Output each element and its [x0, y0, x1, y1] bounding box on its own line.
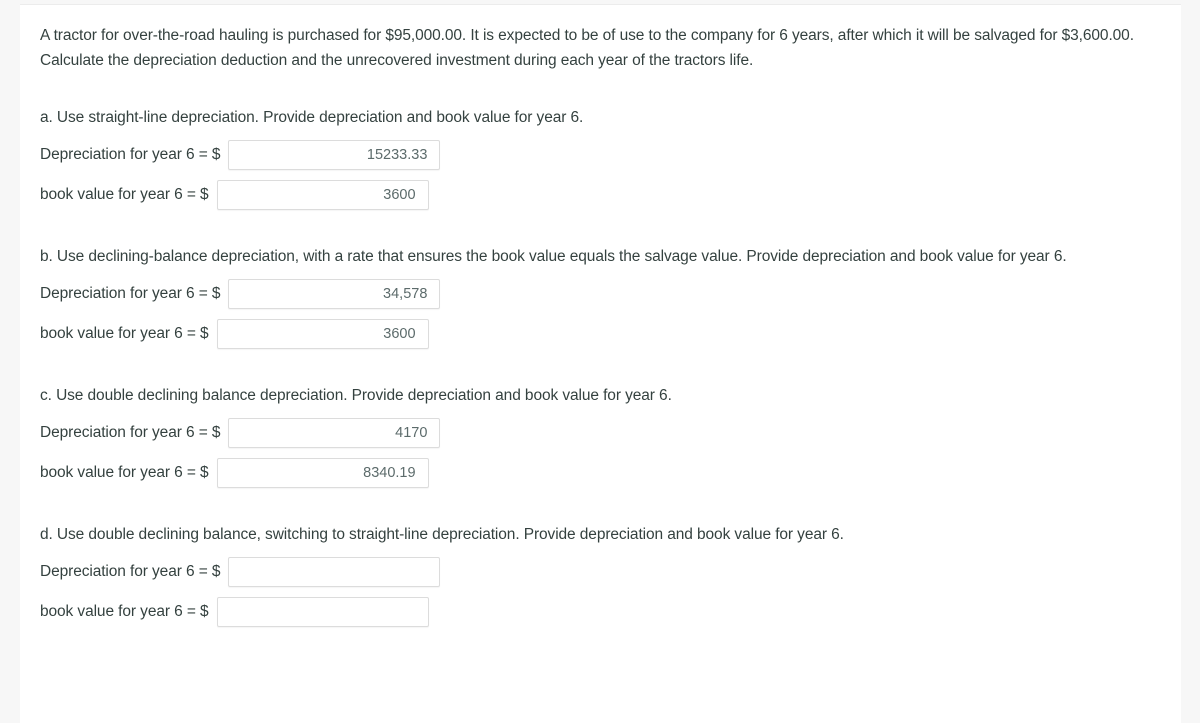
section-c-bookvalue-row: book value for year 6 = $ — [40, 454, 1163, 492]
section-a-depreciation-row: Depreciation for year 6 = $ — [40, 136, 1163, 174]
section-d-bookvalue-label: book value for year 6 = $ — [40, 603, 209, 620]
section-c-prompt: c. Use double declining balance deprecia… — [40, 387, 672, 404]
section-d-bookvalue-input[interactable] — [216, 597, 429, 627]
section-c: c. Use double declining balance deprecia… — [40, 383, 1163, 492]
section-b: b. Use declining-balance depreciation, w… — [40, 244, 1163, 353]
section-a-prompt: a. Use straight-line depreciation. Provi… — [40, 109, 584, 126]
question-page: A tractor for over-the-road hauling is p… — [20, 4, 1181, 723]
section-a-depreciation-label: Depreciation for year 6 = $ — [40, 146, 221, 163]
section-c-bookvalue-input[interactable] — [216, 458, 429, 488]
section-d-depreciation-row: Depreciation for year 6 = $ — [40, 553, 1163, 591]
section-c-bookvalue-label: book value for year 6 = $ — [40, 464, 209, 481]
section-b-bookvalue-row: book value for year 6 = $ — [40, 315, 1163, 353]
section-b-prompt: b. Use declining-balance depreciation, w… — [40, 248, 1067, 265]
section-a-depreciation-input[interactable] — [228, 140, 441, 170]
section-b-depreciation-label: Depreciation for year 6 = $ — [40, 285, 221, 302]
section-b-bookvalue-label: book value for year 6 = $ — [40, 325, 209, 342]
section-a-bookvalue-row: book value for year 6 = $ — [40, 176, 1163, 214]
section-a: a. Use straight-line depreciation. Provi… — [40, 105, 1163, 214]
section-c-depreciation-label: Depreciation for year 6 = $ — [40, 424, 221, 441]
section-b-depreciation-input[interactable] — [228, 279, 441, 309]
problem-statement: A tractor for over-the-road hauling is p… — [40, 27, 1134, 69]
section-c-depreciation-row: Depreciation for year 6 = $ — [40, 414, 1163, 452]
section-d-depreciation-label: Depreciation for year 6 = $ — [40, 563, 221, 580]
section-d: d. Use double declining balance, switchi… — [40, 522, 1163, 631]
section-d-depreciation-input[interactable] — [228, 557, 441, 587]
question-content: A tractor for over-the-road hauling is p… — [20, 5, 1181, 631]
section-a-bookvalue-input[interactable] — [216, 180, 429, 210]
section-c-depreciation-input[interactable] — [228, 418, 441, 448]
section-b-bookvalue-input[interactable] — [216, 319, 429, 349]
section-d-prompt: d. Use double declining balance, switchi… — [40, 526, 844, 543]
section-d-bookvalue-row: book value for year 6 = $ — [40, 593, 1163, 631]
section-b-depreciation-row: Depreciation for year 6 = $ — [40, 275, 1163, 313]
section-a-bookvalue-label: book value for year 6 = $ — [40, 186, 209, 203]
